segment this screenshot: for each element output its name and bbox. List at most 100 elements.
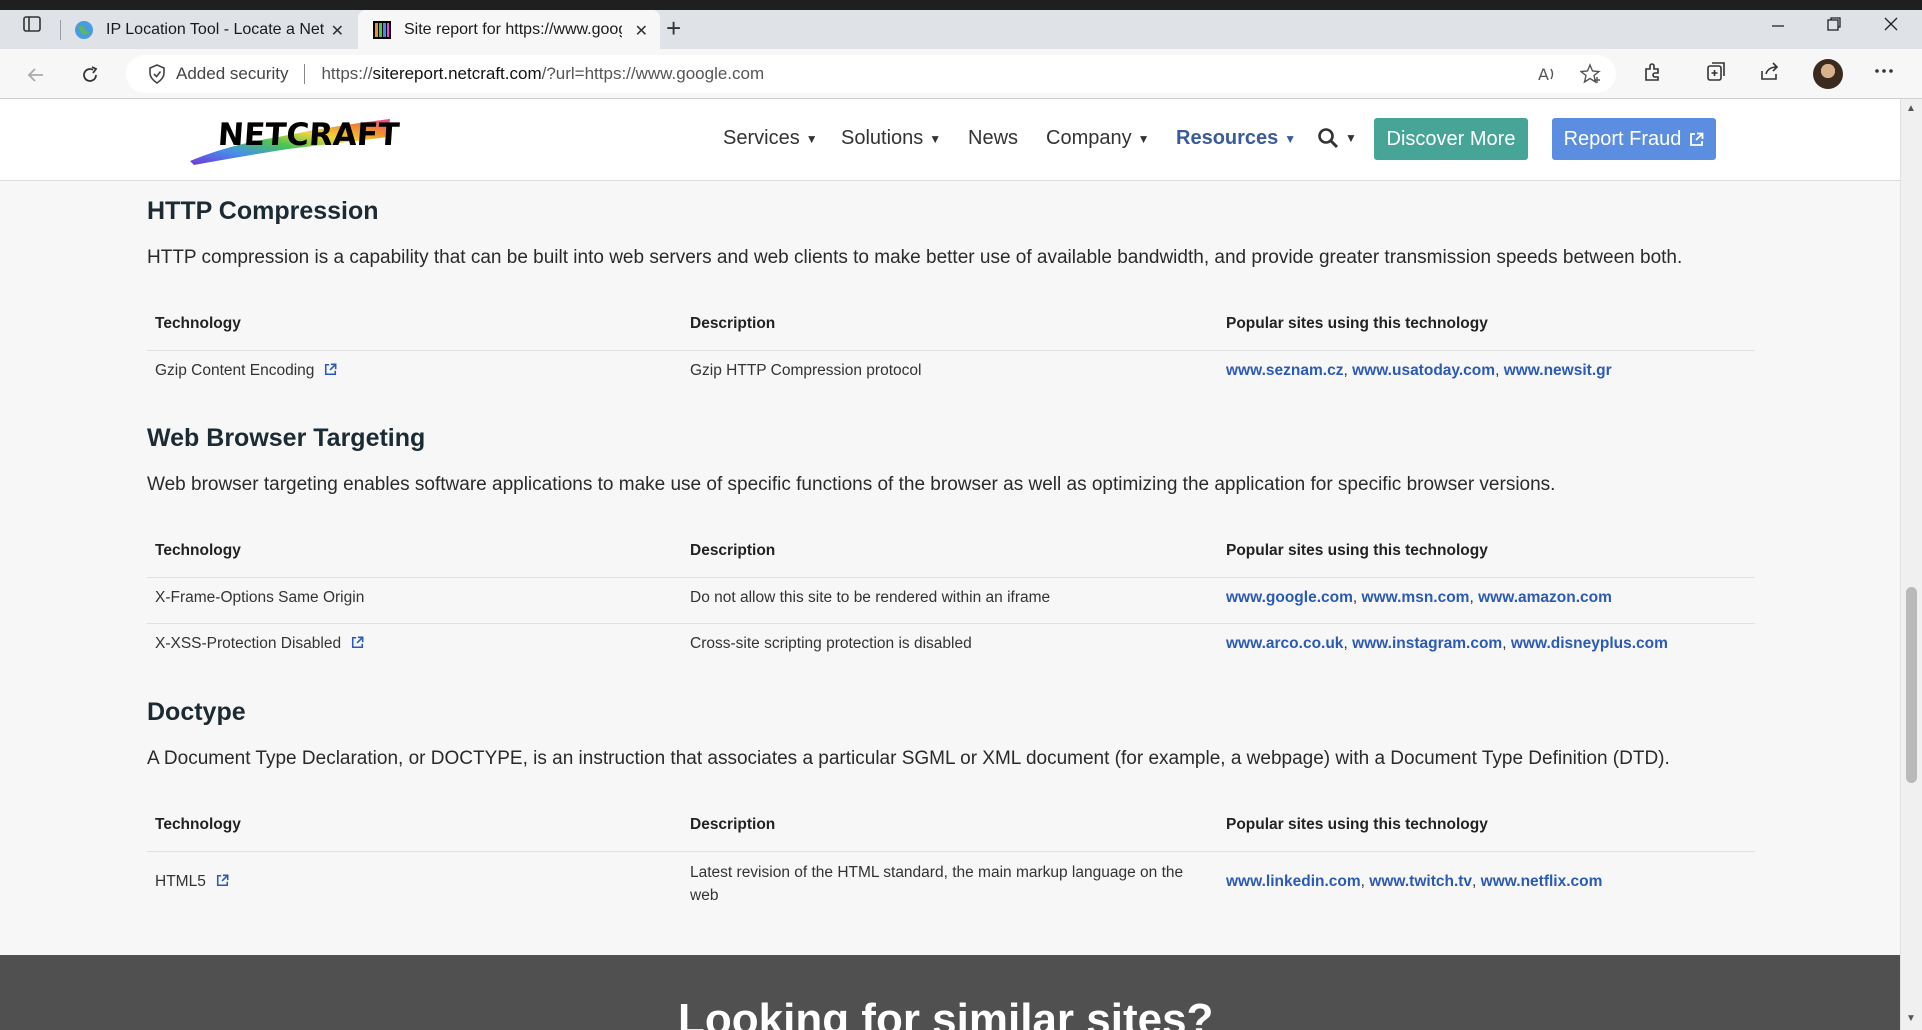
table-row-technology[interactable]: X-XSS-Protection Disabled [155, 635, 364, 653]
read-aloud-icon[interactable]: A [1536, 63, 1558, 85]
external-link-icon[interactable] [351, 636, 364, 649]
browser-tab-bar: IP Location Tool - Locate a Network ✕ Si… [0, 0, 1922, 49]
address-bar[interactable]: Added security https://sitereport.netcra… [126, 55, 1616, 93]
table-row-sites: www.seznam.cz, www.usatoday.com, www.new… [1226, 362, 1612, 379]
site-link[interactable]: www.newsit.gr [1504, 362, 1612, 379]
netcraft-favicon [373, 20, 391, 39]
table-row-sites: www.linkedin.com, www.twitch.tv, www.net… [1226, 873, 1603, 890]
nav-services[interactable]: Services ▼ [723, 127, 818, 150]
table-row-technology[interactable]: HTML5 [155, 873, 229, 891]
external-link-icon[interactable] [324, 363, 337, 376]
scroll-thumb[interactable] [1906, 587, 1917, 783]
nav-company[interactable]: Company ▼ [1046, 127, 1150, 150]
url-text[interactable]: https://sitereport.netcraft.com/?url=htt… [321, 64, 764, 84]
extensions-icon[interactable] [1642, 61, 1664, 83]
section-title: Web Browser Targeting [147, 424, 426, 452]
discover-more-button[interactable]: Discover More [1374, 118, 1528, 160]
report-fraud-button[interactable]: Report Fraud [1552, 118, 1716, 160]
section-description: A Document Type Declaration, or DOCTYPE,… [147, 748, 1670, 769]
scroll-down-icon[interactable]: ▼ [1906, 1013, 1916, 1024]
caret-down-icon: ▼ [805, 131, 818, 146]
row-divider [147, 350, 1755, 351]
more-icon[interactable] [1874, 61, 1894, 81]
security-label: Added security [176, 64, 289, 83]
nav-news[interactable]: News [968, 127, 1018, 150]
site-link[interactable]: www.disneyplus.com [1511, 635, 1668, 652]
site-link[interactable]: www.msn.com [1362, 589, 1470, 606]
globe-icon [75, 20, 93, 39]
site-link[interactable]: www.netflix.com [1481, 873, 1603, 890]
table-row-sites: www.google.com, www.msn.com, www.amazon.… [1226, 589, 1612, 606]
site-link[interactable]: www.linkedin.com [1226, 873, 1361, 890]
external-link-icon[interactable] [216, 874, 229, 887]
table-header: Technology [155, 542, 241, 559]
caret-down-icon: ▼ [929, 131, 942, 146]
address-divider [304, 64, 306, 84]
table-header: Popular sites using this technology [1226, 816, 1488, 833]
row-divider [147, 577, 1755, 578]
favorite-add-icon[interactable] [1580, 63, 1602, 85]
site-link[interactable]: www.google.com [1226, 589, 1353, 606]
table-header: Description [690, 542, 776, 559]
table-header: Technology [155, 816, 241, 833]
site-link[interactable]: www.arco.co.uk [1226, 635, 1343, 652]
restore-icon[interactable] [1826, 16, 1842, 37]
similar-sites-banner: Looking for similar sites? [0, 955, 1900, 1030]
site-link[interactable]: www.twitch.tv [1369, 873, 1472, 890]
browser-toolbar: Added security https://sitereport.netcra… [0, 49, 1922, 99]
section-description: HTTP compression is a capability that ca… [147, 247, 1683, 268]
site-link[interactable]: www.instagram.com [1352, 635, 1502, 652]
table-row-description: Latest revision of the HTML standard, th… [690, 864, 1184, 904]
site-link[interactable]: www.amazon.com [1478, 589, 1612, 606]
section-title: HTTP Compression [147, 197, 379, 225]
avatar[interactable] [1813, 59, 1843, 89]
new-tab-button[interactable]: + [666, 15, 681, 41]
collections-icon[interactable] [1705, 61, 1727, 83]
table-row-description: Gzip HTTP Compression protocol [690, 362, 922, 379]
table-header: Technology [155, 315, 241, 332]
external-link-icon [1690, 132, 1704, 146]
netcraft-logo[interactable]: NETCRAFT [188, 115, 400, 165]
shield-icon [149, 64, 165, 84]
site-link[interactable]: www.usatoday.com [1352, 362, 1495, 379]
refresh-icon[interactable] [74, 59, 106, 91]
svg-text:A: A [1538, 65, 1549, 84]
tab-actions-icon[interactable] [14, 9, 50, 39]
scroll-up-icon[interactable]: ▲ [1906, 103, 1916, 114]
profile-avatar [1813, 59, 1843, 89]
caret-down-icon: ▼ [1284, 131, 1297, 146]
nav-solutions[interactable]: Solutions ▼ [841, 127, 941, 150]
tab-title: IP Location Tool - Locate a Network [106, 20, 324, 38]
section-title: Doctype [147, 698, 246, 726]
table-header: Popular sites using this technology [1226, 542, 1488, 559]
table-header: Description [690, 816, 776, 833]
tab-site-report[interactable]: Site report for https://www.google.com ✕ [358, 10, 660, 49]
table-header: Popular sites using this technology [1226, 315, 1488, 332]
table-header: Description [690, 315, 776, 332]
row-divider [147, 851, 1755, 852]
site-link[interactable]: www.seznam.cz [1226, 362, 1343, 379]
table-row-description: Cross-site scripting protection is disab… [690, 635, 972, 652]
site-header: NETCRAFT Services ▼ Solutions ▼ News Compa… [0, 99, 1900, 181]
section-description: Web browser targeting enables software a… [147, 474, 1556, 495]
main-content: HTTP Compression HTTP compression is a c… [0, 182, 1900, 955]
caret-down-icon: ▼ [1137, 131, 1150, 146]
row-divider [147, 623, 1755, 624]
logo-text: NETCRAFT [216, 117, 401, 153]
table-row-sites: www.arco.co.uk, www.instagram.com, www.d… [1226, 635, 1668, 652]
close-tab-icon[interactable]: ✕ [635, 21, 648, 41]
page-scrollbar[interactable]: ▲ ▼ [1900, 99, 1922, 1030]
share-icon[interactable] [1759, 61, 1781, 83]
table-row-technology[interactable]: Gzip Content Encoding [155, 362, 337, 380]
table-row-description: Do not allow this site to be rendered wi… [690, 589, 1051, 606]
search-icon [1318, 128, 1339, 149]
search-toggle[interactable]: ▼ [1317, 127, 1357, 149]
tab-ip-location[interactable]: IP Location Tool - Locate a Network ✕ [60, 10, 356, 49]
caret-down-icon: ▼ [1345, 131, 1357, 145]
close-window-icon[interactable] [1883, 16, 1899, 37]
nav-resources[interactable]: Resources ▼ [1176, 127, 1296, 150]
close-tab-icon[interactable]: ✕ [331, 21, 344, 41]
minimize-icon[interactable] [1770, 16, 1786, 37]
back-icon[interactable] [20, 59, 52, 91]
tab-title: Site report for https://www.google.com [404, 20, 622, 38]
